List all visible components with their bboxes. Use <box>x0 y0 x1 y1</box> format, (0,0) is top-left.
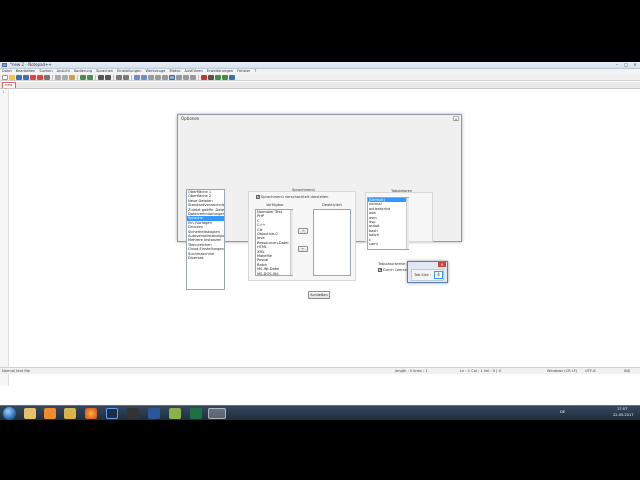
tab-size-panel: Tab-Size : 4 <box>411 269 444 281</box>
explorer-taskbar-icon[interactable] <box>24 408 36 419</box>
mediaplayer-taskbar-icon[interactable] <box>44 408 56 419</box>
windows-taskbar: DE 17:07 22.05.2017 <box>0 405 640 420</box>
toolbar-separator <box>113 74 114 80</box>
sync-vertical-icon[interactable] <box>134 74 140 80</box>
disabled-label: Deaktiviert <box>322 203 342 207</box>
available-language-item[interactable]: MS-DOS-Stil <box>256 272 292 275</box>
popup-close-button[interactable]: × <box>438 262 446 267</box>
maximize-button[interactable]: □ <box>622 62 630 67</box>
tab-bar: new 2 <box>0 82 640 92</box>
toolbar <box>0 74 640 81</box>
status-mode: INS <box>624 369 631 373</box>
system-tray: DE 17:07 22.05.2017 <box>555 406 640 421</box>
tab-language-item[interactable]: caml <box>368 242 408 246</box>
photoshop-taskbar-icon[interactable] <box>106 408 118 419</box>
indent-guide-icon[interactable] <box>162 74 168 80</box>
dialog-close-action-button[interactable]: Schließen <box>308 291 330 299</box>
function-list-icon[interactable] <box>183 74 189 80</box>
excel-taskbar-icon[interactable] <box>190 408 202 419</box>
show-all-chars-icon[interactable] <box>155 74 161 80</box>
clock-date[interactable]: 22.05.2017 <box>613 413 634 417</box>
available-list-scrollbar[interactable] <box>290 210 293 275</box>
status-bar: Normal text file length : 0 lines : 1 Ln… <box>0 367 640 374</box>
sync-horizontal-icon[interactable] <box>141 74 147 80</box>
line-number-gutter: 1 <box>0 89 9 386</box>
tab-settings-group-label: Tabulatoren <box>391 189 413 193</box>
play-macro-icon[interactable] <box>215 74 221 80</box>
clock-time[interactable]: 17:07 <box>617 407 627 411</box>
tab-width-label: Tabulatorbreite : 4 <box>378 262 411 266</box>
tab-size-label: Tab-Size : <box>414 273 432 277</box>
category-list[interactable]: Oberfläche 1 Oberfläche 2 Neue Dateien Stan… <box>186 189 225 290</box>
category-list-item[interactable]: Diverses <box>187 256 224 260</box>
save-macro-icon[interactable] <box>229 74 235 80</box>
record-macro-icon[interactable] <box>201 74 207 80</box>
close-file-icon[interactable] <box>30 74 36 80</box>
status-encoding: UTF-8 <box>585 369 596 373</box>
line-number: 1 <box>2 90 5 94</box>
notepadpp-active-taskbar-button[interactable] <box>208 408 226 419</box>
print-icon[interactable] <box>44 74 50 80</box>
status-eol: Windows (CR LF) <box>547 369 578 373</box>
category-list-item[interactable]: Standardverzeichnis <box>187 203 224 207</box>
replace-icon[interactable] <box>105 74 111 80</box>
save-icon[interactable] <box>16 74 22 80</box>
language-menu-group-label: Sprachmenü <box>292 188 315 192</box>
copy-icon[interactable] <box>62 74 68 80</box>
start-button[interactable] <box>3 407 16 420</box>
new-file-icon[interactable] <box>2 74 8 80</box>
media-center-taskbar-icon[interactable] <box>127 408 139 419</box>
tab-list-scrollbar[interactable] <box>406 198 409 249</box>
save-all-icon[interactable] <box>23 74 29 80</box>
paste-icon[interactable] <box>69 74 75 80</box>
notepadpp-app-icon <box>2 63 7 67</box>
status-length: length : 0 lines : 1 <box>395 369 428 373</box>
toolbar-separator <box>198 74 199 80</box>
folder-taskbar-icon[interactable] <box>64 408 76 419</box>
close-window-button[interactable]: × <box>631 62 639 67</box>
user-language-icon[interactable] <box>169 74 175 80</box>
tab-new-2[interactable]: new 2 <box>2 82 16 92</box>
replace-by-space-checkbox[interactable]: ✔ <box>378 268 382 272</box>
minimize-button[interactable]: – <box>613 62 621 67</box>
folder-workspace-icon[interactable] <box>190 74 196 80</box>
move-left-button[interactable]: ← <box>298 246 308 252</box>
window-title: *new 2 - Notepad++ <box>10 62 52 67</box>
language-indicator[interactable]: DE <box>560 410 565 414</box>
undo-icon[interactable] <box>80 74 86 80</box>
tab-size-popup: × Tab-Size : 4 <box>407 261 448 283</box>
available-languages-list[interactable]: Normaler Text PHP C C++ C# Objective-C Java Res… <box>255 209 293 276</box>
dialog-close-button[interactable]: × <box>453 116 459 122</box>
toolbar-separator <box>95 74 96 80</box>
dialog-title: Optionen <box>181 116 200 121</box>
compact-language-checkbox[interactable]: ✔ <box>256 195 260 199</box>
word-taskbar-icon[interactable] <box>148 408 160 419</box>
find-icon[interactable] <box>98 74 104 80</box>
zoom-out-icon[interactable] <box>123 74 129 80</box>
tab-settings-language-list[interactable]: [Default] normal actionscript ada asm asp auto… <box>367 197 409 250</box>
stop-macro-icon[interactable] <box>208 74 214 80</box>
word-wrap-icon[interactable] <box>148 74 154 80</box>
options-dialog: Optionen × Oberfläche 1 Oberfläche 2 Neue … <box>177 114 462 299</box>
notepadpp-taskbar-icon[interactable] <box>169 408 181 419</box>
zoom-in-icon[interactable] <box>116 74 122 80</box>
doc-map-icon[interactable] <box>176 74 182 80</box>
compact-language-label: Sprachmenü verschachtelt darstellen <box>261 195 329 199</box>
title-bar[interactable]: *new 2 - Notepad++ – □ × <box>0 62 640 69</box>
firefox-taskbar-icon[interactable] <box>85 408 97 419</box>
disabled-languages-list[interactable] <box>313 209 351 276</box>
available-label: Verfügbar <box>266 203 284 207</box>
toolbar-separator <box>77 74 78 80</box>
close-all-icon[interactable] <box>37 74 43 80</box>
run-macro-multiple-icon[interactable] <box>222 74 228 80</box>
move-right-button[interactable]: → <box>298 228 308 234</box>
status-position: Ln : 1 Col : 1 Sel : 0 | 0 <box>460 369 501 373</box>
tab-size-input[interactable]: 4 <box>434 271 443 279</box>
toolbar-separator <box>52 74 53 80</box>
toolbar-separator <box>131 74 132 80</box>
open-file-icon[interactable] <box>9 74 15 80</box>
status-file-type: Normal text file <box>2 369 30 373</box>
cut-icon[interactable] <box>55 74 61 80</box>
redo-icon[interactable] <box>87 74 93 80</box>
